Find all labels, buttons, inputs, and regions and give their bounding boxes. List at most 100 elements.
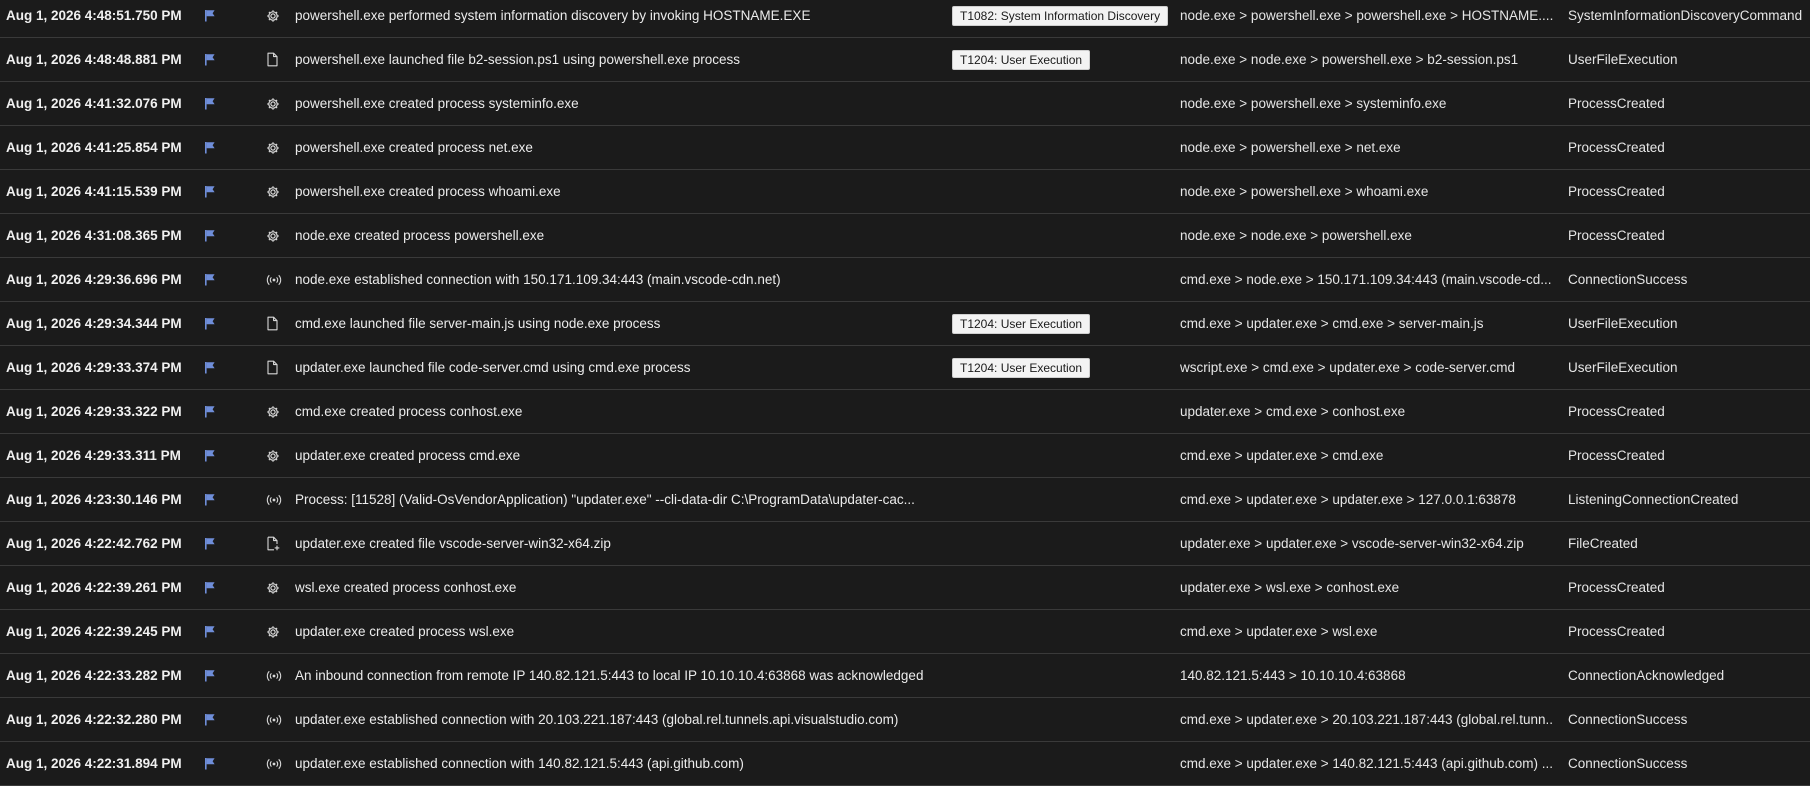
flag-icon[interactable]: [204, 522, 218, 565]
flag-icon[interactable]: [204, 434, 218, 477]
flag-icon[interactable]: [204, 346, 218, 389]
timeline-event-row[interactable]: Aug 1, 2026 4:41:25.854 PM powershell.ex…: [0, 126, 1810, 170]
entity-process-chain[interactable]: wscript.exe > cmd.exe > updater.exe > co…: [1180, 346, 1554, 389]
timeline-event-row[interactable]: Aug 1, 2026 4:22:33.282 PM An inbound co…: [0, 654, 1810, 698]
timeline-event-row[interactable]: Aug 1, 2026 4:22:42.762 PM updater.exe c…: [0, 522, 1810, 566]
entity-process-chain[interactable]: cmd.exe > updater.exe > 140.82.121.5:443…: [1180, 742, 1554, 785]
mitre-technique-badge[interactable]: T1204: User Execution: [952, 49, 1091, 70]
flag-icon[interactable]: [204, 38, 218, 81]
event-description[interactable]: cmd.exe launched file server-main.js usi…: [295, 302, 945, 345]
timeline-event-row[interactable]: Aug 1, 2026 4:22:32.280 PM updater.exe e…: [0, 698, 1810, 742]
event-description[interactable]: powershell.exe created process whoami.ex…: [295, 170, 945, 213]
event-timestamp: Aug 1, 2026 4:41:15.539 PM: [6, 184, 182, 199]
action-type: ConnectionAcknowledged: [1568, 668, 1725, 683]
event-description[interactable]: node.exe created process powershell.exe: [295, 214, 945, 257]
flag-icon[interactable]: [204, 258, 218, 301]
event-description[interactable]: updater.exe created process wsl.exe: [295, 610, 945, 653]
mitre-technique-badge[interactable]: T1204: User Execution: [952, 313, 1091, 334]
entity-process-chain[interactable]: cmd.exe > updater.exe > cmd.exe: [1180, 434, 1554, 477]
timeline-event-row[interactable]: Aug 1, 2026 4:29:33.322 PM cmd.exe creat…: [0, 390, 1810, 434]
timeline-event-row[interactable]: Aug 1, 2026 4:22:31.894 PM updater.exe e…: [0, 742, 1810, 786]
entity-process-chain[interactable]: node.exe > node.exe > powershell.exe: [1180, 214, 1554, 257]
event-description[interactable]: wsl.exe created process conhost.exe: [295, 566, 945, 609]
flag-icon[interactable]: [204, 0, 218, 37]
entity-process-chain[interactable]: node.exe > powershell.exe > powershell.e…: [1180, 0, 1554, 37]
flag-icon[interactable]: [204, 214, 218, 257]
flag-icon[interactable]: [204, 126, 218, 169]
technique-tag-cell: [952, 170, 1182, 213]
network-icon: [266, 654, 282, 697]
entity-process-chain[interactable]: updater.exe > wsl.exe > conhost.exe: [1180, 566, 1554, 609]
entity-process-chain[interactable]: 140.82.121.5:443 > 10.10.10.4:63868: [1180, 654, 1554, 697]
event-timestamp: Aug 1, 2026 4:22:31.894 PM: [6, 756, 182, 771]
timeline-event-row[interactable]: Aug 1, 2026 4:29:33.311 PM updater.exe c…: [0, 434, 1810, 478]
entity-process-chain[interactable]: cmd.exe > updater.exe > wsl.exe: [1180, 610, 1554, 653]
network-icon: [266, 258, 282, 301]
timeline-event-row[interactable]: Aug 1, 2026 4:31:08.365 PM node.exe crea…: [0, 214, 1810, 258]
event-description[interactable]: updater.exe launched file code-server.cm…: [295, 346, 945, 389]
entity-process-chain[interactable]: cmd.exe > updater.exe > updater.exe > 12…: [1180, 478, 1554, 521]
flag-icon[interactable]: [204, 742, 218, 785]
entity-process-chain[interactable]: cmd.exe > updater.exe > cmd.exe > server…: [1180, 302, 1554, 345]
technique-tag-cell: [952, 390, 1182, 433]
technique-tag-cell: [952, 742, 1182, 785]
flag-icon[interactable]: [204, 390, 218, 433]
flag-icon[interactable]: [204, 82, 218, 125]
flag-icon[interactable]: [204, 478, 218, 521]
technique-tag-cell: T1204: User Execution: [952, 38, 1182, 81]
timeline-event-row[interactable]: Aug 1, 2026 4:41:32.076 PM powershell.ex…: [0, 82, 1810, 126]
event-description[interactable]: updater.exe established connection with …: [295, 742, 945, 785]
timeline-event-row[interactable]: Aug 1, 2026 4:29:36.696 PM node.exe esta…: [0, 258, 1810, 302]
technique-tag-cell: [952, 654, 1182, 697]
technique-tag-cell: [952, 698, 1182, 741]
event-description[interactable]: updater.exe created process cmd.exe: [295, 434, 945, 477]
timeline-event-row[interactable]: Aug 1, 2026 4:41:15.539 PM powershell.ex…: [0, 170, 1810, 214]
technique-tag-cell: [952, 214, 1182, 257]
entity-process-chain[interactable]: updater.exe > updater.exe > vscode-serve…: [1180, 522, 1554, 565]
entity-process-chain[interactable]: node.exe > powershell.exe > systeminfo.e…: [1180, 82, 1554, 125]
event-description[interactable]: powershell.exe created process systeminf…: [295, 82, 945, 125]
event-description[interactable]: An inbound connection from remote IP 140…: [295, 654, 945, 697]
event-description[interactable]: updater.exe established connection with …: [295, 698, 945, 741]
action-type: ConnectionSuccess: [1568, 712, 1688, 727]
flag-icon[interactable]: [204, 302, 218, 345]
timeline-event-row[interactable]: Aug 1, 2026 4:48:48.881 PM powershell.ex…: [0, 38, 1810, 82]
flag-icon[interactable]: [204, 698, 218, 741]
event-description[interactable]: powershell.exe created process net.exe: [295, 126, 945, 169]
flag-icon[interactable]: [204, 170, 218, 213]
event-description[interactable]: Process: [11528] (Valid-OsVendorApplicat…: [295, 478, 945, 521]
action-type: UserFileExecution: [1568, 360, 1678, 375]
action-type: UserFileExecution: [1568, 52, 1678, 67]
event-description[interactable]: node.exe established connection with 150…: [295, 258, 945, 301]
flag-icon[interactable]: [204, 654, 218, 697]
entity-process-chain[interactable]: cmd.exe > updater.exe > 20.103.221.187:4…: [1180, 698, 1554, 741]
entity-process-chain[interactable]: node.exe > powershell.exe > net.exe: [1180, 126, 1554, 169]
file-add-icon: [266, 522, 282, 565]
entity-process-chain[interactable]: updater.exe > cmd.exe > conhost.exe: [1180, 390, 1554, 433]
file-icon: [266, 302, 282, 345]
timeline-event-row[interactable]: Aug 1, 2026 4:22:39.261 PM wsl.exe creat…: [0, 566, 1810, 610]
event-description[interactable]: cmd.exe created process conhost.exe: [295, 390, 945, 433]
event-timestamp: Aug 1, 2026 4:29:33.374 PM: [6, 360, 182, 375]
event-description[interactable]: powershell.exe launched file b2-session.…: [295, 38, 945, 81]
event-description[interactable]: updater.exe created file vscode-server-w…: [295, 522, 945, 565]
flag-icon[interactable]: [204, 610, 218, 653]
event-description[interactable]: powershell.exe performed system informat…: [295, 0, 945, 37]
mitre-technique-badge[interactable]: T1082: System Information Discovery: [952, 5, 1169, 26]
gear-icon: [266, 0, 282, 37]
entity-process-chain[interactable]: node.exe > node.exe > powershell.exe > b…: [1180, 38, 1554, 81]
timeline-event-row[interactable]: Aug 1, 2026 4:22:39.245 PM updater.exe c…: [0, 610, 1810, 654]
network-icon: [266, 478, 282, 521]
event-timestamp: Aug 1, 2026 4:22:32.280 PM: [6, 712, 182, 727]
flag-icon[interactable]: [204, 566, 218, 609]
mitre-technique-badge[interactable]: T1204: User Execution: [952, 357, 1091, 378]
entity-process-chain[interactable]: cmd.exe > node.exe > 150.171.109.34:443 …: [1180, 258, 1554, 301]
timeline-event-row[interactable]: Aug 1, 2026 4:29:33.374 PM updater.exe l…: [0, 346, 1810, 390]
event-timestamp: Aug 1, 2026 4:23:30.146 PM: [6, 492, 182, 507]
action-type: ProcessCreated: [1568, 140, 1665, 155]
timeline-event-row[interactable]: Aug 1, 2026 4:23:30.146 PM Process: [115…: [0, 478, 1810, 522]
entity-process-chain[interactable]: node.exe > powershell.exe > whoami.exe: [1180, 170, 1554, 213]
timeline-event-row[interactable]: Aug 1, 2026 4:48:51.750 PM powershell.ex…: [0, 0, 1810, 38]
timeline-event-row[interactable]: Aug 1, 2026 4:29:34.344 PM cmd.exe launc…: [0, 302, 1810, 346]
action-type: ProcessCreated: [1568, 96, 1665, 111]
